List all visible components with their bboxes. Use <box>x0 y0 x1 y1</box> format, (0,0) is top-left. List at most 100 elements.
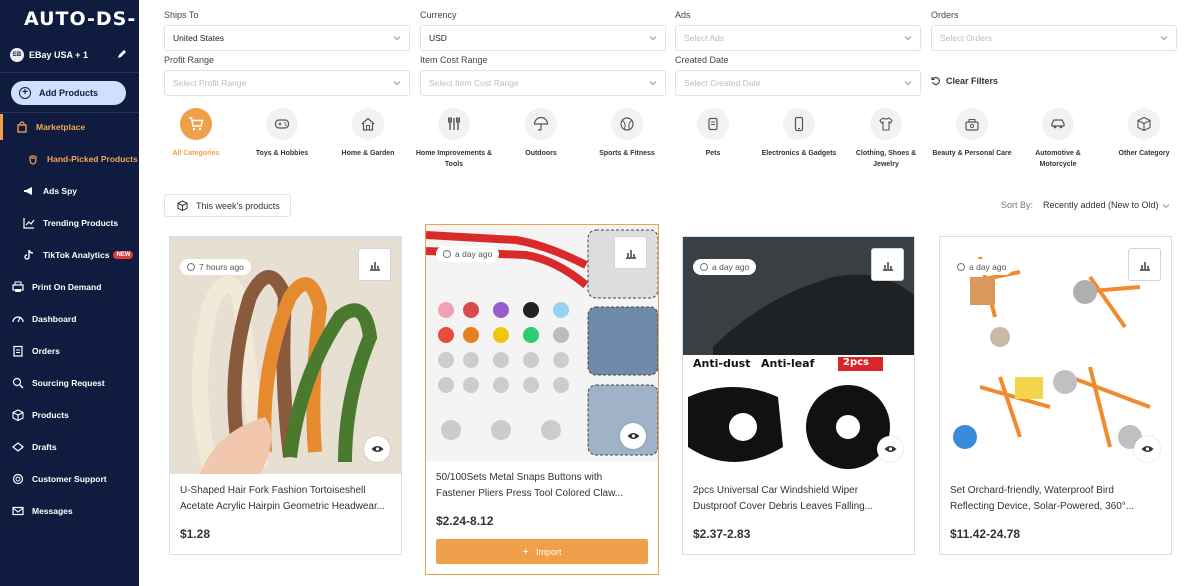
sidebar-item-hand-picked[interactable]: Hand-Picked Products <box>0 148 139 170</box>
bar-chart-icon <box>369 261 380 271</box>
print-icon <box>11 280 25 294</box>
category-clothing[interactable]: Clothing, Shoes & Jewelry <box>844 108 928 170</box>
sidebar-item-label: Customer Support <box>32 474 107 484</box>
stats-button[interactable] <box>614 236 647 269</box>
pencil-icon[interactable] <box>116 48 128 60</box>
category-electronics[interactable]: Electronics & Gadgets <box>757 108 841 159</box>
category-all[interactable]: All Categories <box>154 108 238 159</box>
stats-button[interactable] <box>1128 248 1161 281</box>
clear-filters-button[interactable]: Clear Filters <box>931 76 998 86</box>
product-card-hover[interactable]: a day ago 50/100Sets Metal Snaps Buttons… <box>425 224 659 575</box>
product-title[interactable]: U-Shaped Hair Fork Fashion Tortoiseshell… <box>180 483 395 515</box>
product-card[interactable]: Anti-dust Anti-leaf 2pcs a day ago 2pcs … <box>682 236 915 555</box>
category-label: Pets <box>705 150 721 157</box>
ships-to-select[interactable]: United States <box>164 25 410 51</box>
sidebar-item-label: Hand-Picked Products <box>47 154 138 164</box>
plus-circle-icon: + <box>19 87 31 99</box>
sidebar-item-label: Orders <box>32 346 60 356</box>
this-week-products-button[interactable]: This week's products <box>164 194 291 217</box>
category-label: Home & Garden <box>341 150 395 157</box>
sidebar-item-sourcing-request[interactable]: Sourcing Request <box>0 372 139 394</box>
image-caption-anti-dust: Anti-dust <box>693 357 751 370</box>
preview-button[interactable] <box>1134 436 1160 462</box>
sidebar: AUTO-DS- EB EBay USA + 1 + Add Products … <box>0 0 139 586</box>
product-title[interactable]: 50/100Sets Metal Snaps Buttons with Fast… <box>436 470 651 502</box>
sidebar-item-print-on-demand[interactable]: Print On Demand <box>0 276 139 298</box>
chevron-down-icon <box>1160 36 1168 41</box>
category-pets[interactable]: Pets <box>671 108 755 159</box>
preview-button[interactable] <box>364 436 390 462</box>
category-automotive[interactable]: Automotive & Motorcycle <box>1016 108 1100 170</box>
ads-select[interactable]: Select Ads <box>675 25 921 51</box>
sidebar-item-customer-support[interactable]: Customer Support <box>0 468 139 490</box>
category-label: Home Improvements & Tools <box>415 150 493 168</box>
account-name: EBay USA + 1 <box>29 50 88 60</box>
clock-icon <box>187 263 195 271</box>
sidebar-item-label: Dashboard <box>32 314 77 324</box>
product-title[interactable]: Set Orchard-friendly, Waterproof Bird Re… <box>950 483 1165 515</box>
product-price: $2.37-2.83 <box>693 527 751 541</box>
created-date-select[interactable]: Select Created Date <box>675 70 921 96</box>
drafts-icon <box>11 440 25 454</box>
stats-button[interactable] <box>871 248 904 281</box>
profit-range-select[interactable]: Select Profit Range <box>164 70 410 96</box>
preview-button[interactable] <box>877 436 903 462</box>
item-cost-range-select[interactable]: Select Item Cost Range <box>420 70 666 96</box>
category-other[interactable]: Other Category <box>1102 108 1186 159</box>
chevron-down-icon <box>393 81 401 86</box>
import-label: Import <box>535 546 562 557</box>
sidebar-item-trending[interactable]: Trending Products <box>0 212 139 234</box>
sidebar-item-label: Ads Spy <box>43 186 78 196</box>
import-button[interactable]: + Import <box>436 539 648 564</box>
account-switcher[interactable]: EB EBay USA + 1 <box>10 46 130 64</box>
time-text: a day ago <box>455 249 493 259</box>
product-price: $11.42-24.78 <box>950 527 1021 541</box>
category-label: Outdoors <box>525 150 557 157</box>
category-outdoors[interactable]: Outdoors <box>499 108 583 159</box>
chevron-down-icon <box>904 36 912 41</box>
sidebar-item-tiktok[interactable]: TikTok Analytics NEW <box>0 244 139 266</box>
category-toys-hobbies[interactable]: Toys & Hobbies <box>240 108 324 159</box>
phone-icon <box>794 116 804 132</box>
sidebar-item-messages[interactable]: Messages <box>0 500 139 522</box>
eye-icon <box>1141 446 1153 452</box>
category-home-improvements[interactable]: Home Improvements & Tools <box>412 108 496 170</box>
megaphone-icon <box>22 184 36 198</box>
product-price: $2.24-8.12 <box>436 514 494 528</box>
reset-icon <box>931 76 940 86</box>
sidebar-item-orders[interactable]: Orders <box>0 340 139 362</box>
sort-select[interactable]: Recently added (New to Old) <box>1043 200 1159 210</box>
sidebar-item-ads-spy[interactable]: Ads Spy <box>0 180 139 202</box>
image-caption-anti-leaf: Anti-leaf <box>761 357 815 370</box>
car-icon <box>1051 119 1065 129</box>
add-products-button[interactable]: + Add Products <box>11 81 126 105</box>
sidebar-item-drafts[interactable]: Drafts <box>0 436 139 458</box>
sidebar-item-dashboard[interactable]: Dashboard <box>0 308 139 330</box>
preview-button[interactable] <box>620 423 646 449</box>
product-title[interactable]: 2pcs Universal Car Windshield Wiper Dust… <box>693 483 908 515</box>
beauty-icon <box>965 118 979 131</box>
chevron-down-icon[interactable] <box>1162 202 1170 210</box>
created-date-placeholder: Select Created Date <box>684 78 761 88</box>
time-text: a day ago <box>712 262 750 272</box>
app-logo[interactable]: AUTO-DS- <box>24 8 136 30</box>
eye-icon <box>627 433 639 439</box>
category-beauty[interactable]: Beauty & Personal Care <box>930 108 1014 159</box>
category-home-garden[interactable]: Home & Garden <box>326 108 410 159</box>
currency-select[interactable]: USD <box>420 25 666 51</box>
stats-button[interactable] <box>358 248 391 281</box>
product-card[interactable]: a day ago Set Orchard-friendly, Waterpro… <box>939 236 1172 555</box>
time-badge: a day ago <box>950 259 1014 275</box>
product-card[interactable]: 7 hours ago U-Shaped Hair Fork Fashion T… <box>169 236 402 555</box>
chevron-down-icon <box>393 36 401 41</box>
sidebar-item-marketplace[interactable]: Marketplace <box>0 116 139 138</box>
clear-filters-label: Clear Filters <box>946 76 999 86</box>
time-badge: a day ago <box>436 246 500 262</box>
clock-icon <box>443 250 451 258</box>
orders-placeholder: Select Orders <box>940 33 992 43</box>
sidebar-item-products[interactable]: Products <box>0 404 139 426</box>
time-text: 7 hours ago <box>199 262 244 272</box>
orders-select[interactable]: Select Orders <box>931 25 1177 51</box>
bar-chart-icon <box>625 249 636 259</box>
category-sports-fitness[interactable]: Sports & Fitness <box>585 108 669 159</box>
